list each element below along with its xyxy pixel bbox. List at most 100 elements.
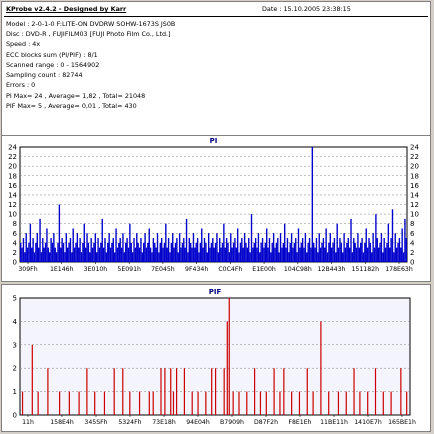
pi-bar	[379, 242, 381, 262]
pi-bar	[344, 247, 347, 263]
pi-ytick-label-right: 16	[410, 182, 419, 190]
pif-chart: PIF 0 1 2 3 4 5 11h 158E4h 345SFh 5324Fh 73E18h 94E0…	[13, 288, 416, 426]
pi-bar	[54, 247, 56, 263]
pi-bar	[365, 228, 367, 262]
pi-bar	[147, 242, 149, 262]
pi-ytick-label-right: 20	[410, 163, 419, 171]
model-line: Model : 2-0-1-0 F:LITE-ON DVDRW SOHW-167…	[6, 20, 176, 28]
pif-bar	[172, 391, 175, 415]
pi-bar	[395, 247, 398, 263]
pi-bar	[191, 247, 193, 263]
pi-bar	[26, 247, 29, 263]
pif-xtick-label: 1410E7h	[354, 419, 382, 426]
pif-bar	[359, 391, 361, 415]
pi-xtick-label: 309Fh	[18, 266, 37, 273]
pi-bar	[333, 238, 336, 262]
pi-bar	[149, 247, 152, 263]
pi-bar	[122, 233, 124, 262]
pi-bar	[62, 242, 65, 262]
pi-bar	[390, 238, 392, 262]
pif-bar	[94, 391, 96, 415]
pi-bar	[335, 252, 337, 262]
pi-bar	[238, 252, 240, 262]
pi-bar	[58, 204, 61, 262]
pi-bar	[130, 242, 132, 262]
pi-bar	[196, 238, 199, 262]
pi-bar	[219, 238, 221, 262]
pi-bar	[21, 247, 23, 263]
pi-xtick-label: 1E146h	[50, 266, 74, 273]
pi-bar	[40, 252, 43, 262]
pif-bar	[273, 368, 275, 415]
pif-bar	[291, 391, 293, 415]
pi-bar	[235, 247, 237, 263]
scan-date: Date : 15.10.2005 23:38:15	[262, 5, 351, 13]
pi-bar	[268, 238, 271, 262]
pi-bar	[362, 252, 365, 262]
pi-bar	[319, 247, 322, 263]
pi-bar	[152, 238, 155, 262]
pif-bar	[265, 391, 267, 415]
pi-bar	[224, 247, 226, 263]
pi-bar	[342, 252, 344, 262]
pi-bar	[293, 242, 296, 262]
pi-bar	[313, 242, 315, 262]
pi-bar	[209, 247, 211, 263]
pi-bar	[387, 223, 390, 262]
pi-bar	[163, 242, 166, 262]
pi-bar	[301, 238, 304, 262]
pi-bar	[372, 233, 374, 262]
pi-bar	[253, 242, 255, 262]
pi-bar	[42, 238, 44, 262]
pi-bar	[90, 238, 92, 262]
pi-bar	[118, 242, 120, 262]
pi-bar	[318, 233, 320, 262]
pi-ytick-label-right: 24	[410, 144, 419, 152]
pi-bar	[230, 233, 232, 262]
pi-bar	[256, 247, 258, 263]
pi-bar	[113, 252, 116, 262]
pif-bar	[228, 298, 230, 415]
pi-bar	[141, 252, 144, 262]
scanned-range-line: Scanned range : 0 - 1564902	[6, 61, 100, 69]
pi-bar	[64, 252, 66, 262]
pi-ytick-label-right: 8	[410, 220, 414, 228]
pi-bar	[257, 233, 260, 262]
pif-bar	[367, 391, 369, 415]
pif-bar	[279, 391, 281, 415]
pi-bar	[210, 242, 213, 262]
pi-bar	[303, 247, 305, 263]
pi-bar	[155, 247, 157, 263]
pi-bar	[314, 247, 316, 263]
pi-bar	[311, 147, 314, 262]
pif-bar	[113, 368, 115, 415]
pi-bar	[159, 242, 161, 262]
pif-bar	[148, 391, 150, 415]
pi-bar	[188, 238, 190, 262]
pif-bar	[138, 391, 141, 415]
pif-bar	[37, 391, 39, 415]
pif-bar	[103, 391, 106, 415]
pif-xtick-label: 11BE11h	[320, 419, 348, 426]
pif-xtick-label: 158E4h	[50, 419, 74, 426]
pi-bar	[221, 242, 224, 262]
pi-bar	[264, 242, 267, 262]
pi-bar	[138, 247, 141, 263]
pif-bar	[183, 368, 185, 415]
pi-bar	[220, 247, 222, 263]
sampling-count-line: Sampling count : 82744	[6, 71, 83, 79]
pi-bar	[310, 247, 312, 263]
pi-bar	[286, 238, 289, 262]
pi-bar	[329, 233, 331, 262]
pi-bar	[50, 238, 52, 262]
pi-xtick-label: 9F434h	[185, 266, 208, 273]
pi-bar	[33, 252, 36, 262]
pif-ytick-label: 2	[13, 365, 17, 373]
pi-bar	[289, 242, 291, 262]
pi-bar	[75, 242, 77, 262]
pi-bar	[404, 218, 406, 263]
pi-bar	[216, 233, 218, 262]
pi-bar	[194, 247, 196, 263]
pi-bar	[76, 233, 79, 262]
pif-bar	[337, 391, 340, 415]
